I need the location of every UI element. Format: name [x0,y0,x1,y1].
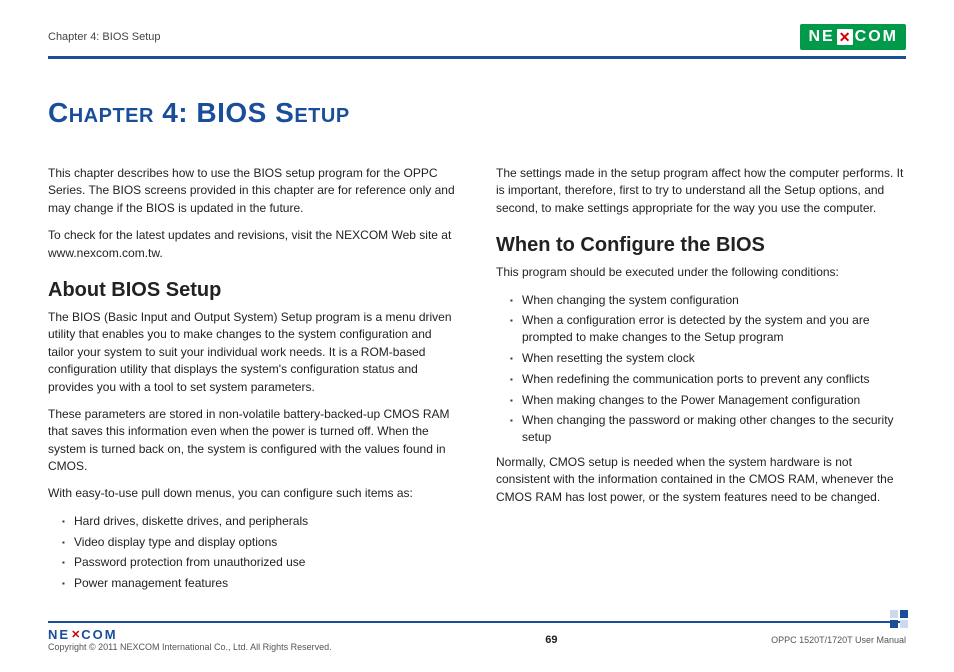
list-item: When changing the password or making oth… [510,412,906,446]
list-item: Power management features [62,575,458,592]
list-item: Hard drives, diskette drives, and periph… [62,513,458,530]
list-item: When resetting the system clock [510,350,906,367]
list-item: When redefining the communication ports … [510,371,906,388]
footer-logo-post: COM [81,627,117,642]
page-content: Chapter 4: BIOS Setup This chapter descr… [48,59,906,600]
decorative-squares-icon [890,610,908,628]
header-chapter-label: Chapter 4: BIOS Setup [48,31,161,43]
about-bios-paragraph-2: These parameters are stored in non-volat… [48,406,458,476]
page-header: Chapter 4: BIOS Setup NE✕COM [48,24,906,54]
when-configure-heading: When to Configure the BIOS [496,231,906,260]
list-item: Password protection from unauthorized us… [62,554,458,571]
right-column: The settings made in the setup program a… [496,165,906,600]
left-column: This chapter describes how to use the BI… [48,165,458,600]
intro-paragraph-1: This chapter describes how to use the BI… [48,165,458,217]
logo-part-post: COM [855,28,898,46]
footer-row: NE✕COM Copyright © 2011 NEXCOM Internati… [48,627,906,652]
about-bios-paragraph-1: The BIOS (Basic Input and Output System)… [48,309,458,396]
logo-part-pre: NE [808,28,834,46]
list-item: When making changes to the Power Managem… [510,392,906,409]
logo-x-icon: ✕ [837,29,853,45]
list-item: When changing the system configuration [510,292,906,309]
footer-rule [48,621,906,623]
when-configure-lead: This program should be executed under th… [496,264,906,281]
list-item: Video display type and display options [62,534,458,551]
when-configure-closing: Normally, CMOS setup is needed when the … [496,454,906,506]
page-number: 69 [545,634,557,646]
about-bios-list: Hard drives, diskette drives, and periph… [62,513,458,592]
content-columns: This chapter describes how to use the BI… [48,165,906,600]
footer-left: NE✕COM Copyright © 2011 NEXCOM Internati… [48,627,332,652]
when-configure-list: When changing the system configuration W… [510,292,906,446]
intro-paragraph-2: To check for the latest updates and revi… [48,227,458,262]
settings-intro-paragraph: The settings made in the setup program a… [496,165,906,217]
footer-logo-pre: NE [48,627,70,642]
page-footer: NE✕COM Copyright © 2011 NEXCOM Internati… [48,621,906,652]
list-item: When a configuration error is detected b… [510,312,906,346]
about-bios-paragraph-3: With easy-to-use pull down menus, you ca… [48,485,458,502]
copyright-text: Copyright © 2011 NEXCOM International Co… [48,642,332,652]
brand-logo: NE✕COM [800,24,906,50]
footer-logo-x-icon: ✕ [71,628,80,641]
manual-name: OPPC 1520T/1720T User Manual [771,635,906,645]
about-bios-heading: About BIOS Setup [48,276,458,305]
chapter-title: Chapter 4: BIOS Setup [48,97,906,129]
footer-logo: NE✕COM [48,627,118,642]
